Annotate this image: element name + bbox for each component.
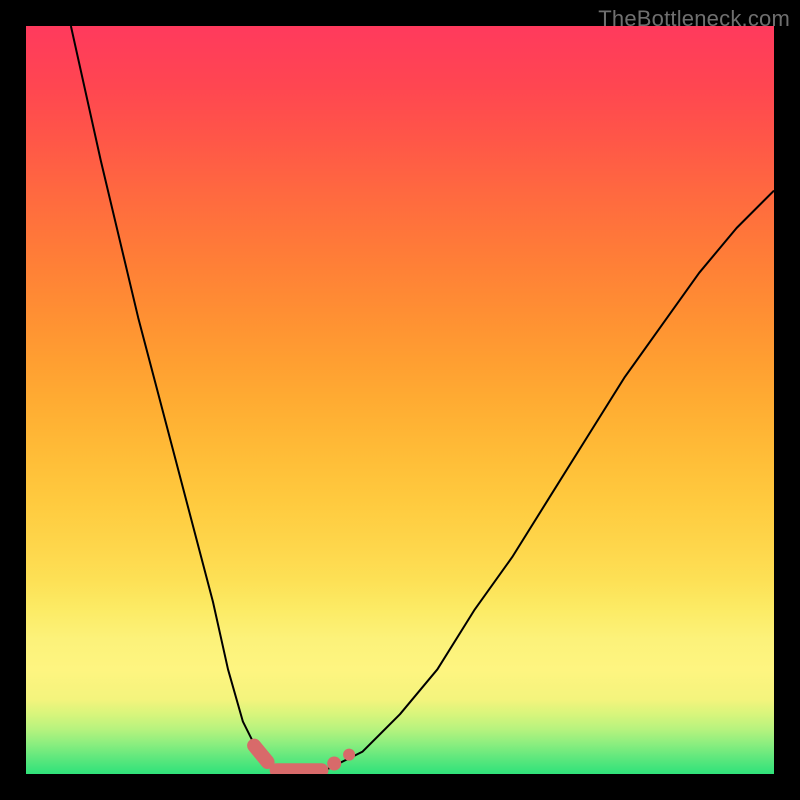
chart-svg	[26, 26, 774, 774]
bottleneck-curve	[71, 26, 774, 774]
marker-dot-1	[327, 757, 341, 771]
marker-dot-2	[343, 749, 355, 761]
watermark: TheBottleneck.com	[598, 6, 790, 32]
plot-area	[26, 26, 774, 774]
figure-root: TheBottleneck.com	[0, 0, 800, 800]
marker-short-segment	[254, 746, 268, 762]
